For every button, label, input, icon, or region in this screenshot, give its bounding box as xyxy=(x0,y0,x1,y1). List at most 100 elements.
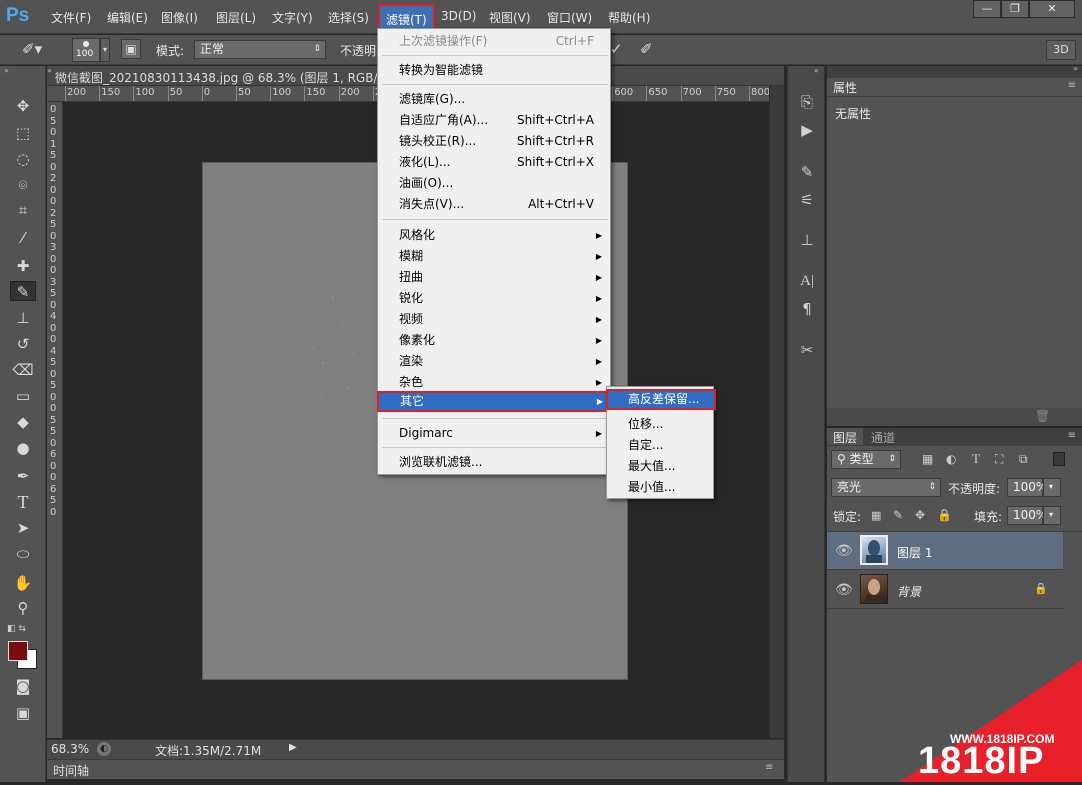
menu-item-custom[interactable]: 自定... xyxy=(607,435,713,456)
menu-item-distort[interactable]: 扭曲 ▶ xyxy=(378,267,610,288)
menu-item-browse-online-filters[interactable]: 浏览联机滤镜... xyxy=(378,452,610,473)
smart-object-filter-icon[interactable]: ⧉ xyxy=(1019,452,1028,467)
screen-mode-icon[interactable]: ▣ xyxy=(10,703,36,723)
menu-item-pixelate[interactable]: 像素化 ▶ xyxy=(378,330,610,351)
menu-item-lens-correction[interactable]: 镜头校正(R)... Shift+Ctrl+R xyxy=(378,131,610,152)
lock-position-icon[interactable]: ✥ xyxy=(915,508,925,522)
zoom-tool-icon[interactable]: ⚲ xyxy=(10,598,36,618)
foreground-color-swatch[interactable] xyxy=(8,641,28,661)
fill-dropdown-icon[interactable]: ▾ xyxy=(1043,506,1061,525)
menu-view[interactable]: 视图(V) xyxy=(489,9,531,27)
pixel-filter-icon[interactable]: ▦ xyxy=(922,452,933,466)
lock-pixels-icon[interactable]: ✎ xyxy=(893,508,903,522)
filter-toggle[interactable] xyxy=(1053,452,1065,466)
marquee-tool-icon[interactable]: ⬚ xyxy=(10,123,36,143)
menu-item-oil-paint[interactable]: 油画(O)... xyxy=(378,173,610,194)
eye-icon[interactable]: 👁 xyxy=(835,543,853,559)
layer-name[interactable]: 图层 1 xyxy=(897,544,932,561)
collapse-icon[interactable]: » xyxy=(1073,64,1078,73)
menu-layer[interactable]: 图层(L) xyxy=(216,9,256,27)
close-button[interactable]: ✕ xyxy=(1029,0,1075,18)
opacity-dropdown-icon[interactable]: ▾ xyxy=(1043,478,1061,497)
menu-3d[interactable]: 3D(D) xyxy=(441,9,476,27)
menu-edit[interactable]: 编辑(E) xyxy=(107,9,148,27)
menu-item-minimum[interactable]: 最小值... xyxy=(607,477,713,498)
menu-item-vanishing-point[interactable]: 消失点(V)... Alt+Ctrl+V xyxy=(378,194,610,215)
history-panel-icon[interactable]: ⎘ xyxy=(797,92,817,112)
brush-tool-preset-icon[interactable]: ✐▾ xyxy=(22,40,48,60)
move-tool-icon[interactable]: ✥ xyxy=(10,96,36,116)
brush-size-dropdown-icon[interactable]: ▾ xyxy=(100,38,110,62)
panel-menu-icon[interactable]: ≡ xyxy=(1068,80,1076,91)
menu-item-digimarc[interactable]: Digimarc ▶ xyxy=(378,423,610,444)
minimize-button[interactable]: — xyxy=(973,0,1001,18)
pressure-size-icon[interactable]: ✐ xyxy=(640,40,653,58)
brush-panel-icon[interactable]: ⚟ xyxy=(797,190,817,210)
path-selection-tool-icon[interactable]: ➤ xyxy=(10,518,36,538)
restore-button[interactable]: ❐ xyxy=(1001,0,1029,18)
menu-help[interactable]: 帮助(H) xyxy=(608,9,650,27)
menu-item-noise[interactable]: 杂色 ▶ xyxy=(378,372,610,393)
lock-transparent-icon[interactable]: ▦ xyxy=(871,509,881,522)
actions-panel-icon[interactable]: ▶ xyxy=(797,120,817,140)
panel-menu-icon[interactable]: ≡ xyxy=(765,762,773,773)
adjustment-filter-icon[interactable]: ◐ xyxy=(946,452,956,466)
layer-name[interactable]: 背景 xyxy=(897,583,921,600)
menu-file[interactable]: 文件(F) xyxy=(51,9,91,27)
history-brush-tool-icon[interactable]: ↺ xyxy=(10,334,36,354)
dodge-tool-icon[interactable]: ● xyxy=(10,438,36,458)
menu-item-high-pass[interactable]: 高反差保留... xyxy=(606,389,716,410)
brush-tool-icon[interactable]: ✎ xyxy=(10,281,36,301)
trash-icon[interactable]: 🗑 xyxy=(1035,409,1050,423)
menu-item-other[interactable]: 其它 ▶ xyxy=(377,391,613,412)
menu-image[interactable]: 图像(I) xyxy=(161,9,198,27)
document-title[interactable]: 微信截图_20210830113438.jpg @ 68.3% (图层 1, R… xyxy=(55,69,410,86)
menu-item-liquify[interactable]: 液化(L)... Shift+Ctrl+X xyxy=(378,152,610,173)
properties-tab[interactable]: 属性 xyxy=(827,78,864,95)
menu-item-render[interactable]: 渲染 ▶ xyxy=(378,351,610,372)
tab-channels[interactable]: 通道 xyxy=(865,428,901,445)
paragraph-panel-icon[interactable]: ¶ xyxy=(797,299,817,319)
status-menu-icon[interactable]: ◐ xyxy=(97,742,111,756)
shape-filter-icon[interactable]: ⛶ xyxy=(995,452,1003,467)
menu-filter[interactable]: 滤镜(T) xyxy=(378,4,435,30)
layer-row-layer1[interactable]: 👁 图层 1 xyxy=(827,532,1063,570)
quick-select-tool-icon[interactable]: ⌾ xyxy=(10,175,36,195)
pen-tool-icon[interactable]: ✒ xyxy=(10,466,36,486)
fill-value[interactable]: 100% xyxy=(1007,506,1047,525)
lasso-tool-icon[interactable]: ◌ xyxy=(10,149,36,169)
menu-item-filter-gallery[interactable]: 滤镜库(G)... xyxy=(378,89,610,110)
mode-select[interactable]: 正常 ⇕ xyxy=(194,40,326,59)
menu-select[interactable]: 选择(S) xyxy=(328,9,369,27)
menu-item-stylize[interactable]: 风格化 ▶ xyxy=(378,225,610,246)
hand-tool-icon[interactable]: ✋ xyxy=(10,573,36,593)
menu-item-maximum[interactable]: 最大值... xyxy=(607,456,713,477)
character-panel-icon[interactable]: A| xyxy=(797,271,817,291)
lock-all-icon[interactable]: 🔒 xyxy=(937,508,952,522)
brush-size-picker[interactable]: 100 xyxy=(72,38,100,62)
opacity-value[interactable]: 100% xyxy=(1007,478,1047,497)
ellipse-tool-icon[interactable]: ⬭ xyxy=(10,544,36,564)
eraser-tool-icon[interactable]: ⌫ xyxy=(10,360,36,380)
collapse-arrows-icon[interactable]: » xyxy=(4,66,9,75)
menu-item-adaptive-wide-angle[interactable]: 自适应广角(A)... Shift+Ctrl+A xyxy=(378,110,610,131)
default-colors-icon[interactable]: ◧ ⇆ xyxy=(7,624,26,634)
3d-mode-button[interactable]: 3D xyxy=(1046,40,1076,60)
menu-window[interactable]: 窗口(W) xyxy=(547,9,592,27)
layer-row-background[interactable]: 👁 背景 🔒 xyxy=(827,571,1063,609)
tool-presets-panel-icon[interactable]: ✂ xyxy=(797,340,817,360)
clone-stamp-tool-icon[interactable]: ⊥ xyxy=(10,308,36,328)
healing-brush-tool-icon[interactable]: ✚ xyxy=(10,256,36,276)
panel-menu-icon[interactable]: ≡ xyxy=(1068,430,1076,441)
quick-mask-icon[interactable]: ◙ xyxy=(10,676,36,696)
menu-item-smart-filter[interactable]: 转换为智能滤镜 xyxy=(378,60,610,81)
menu-item-blur[interactable]: 模糊 ▶ xyxy=(378,246,610,267)
tab-layers[interactable]: 图层 xyxy=(827,428,864,445)
menu-type[interactable]: 文字(Y) xyxy=(272,9,313,27)
eyedropper-tool-icon[interactable]: ⁄ xyxy=(10,228,36,248)
eye-icon[interactable]: 👁 xyxy=(835,582,853,598)
menu-item-video[interactable]: 视频 ▶ xyxy=(378,309,610,330)
gradient-tool-icon[interactable]: ▭ xyxy=(10,386,36,406)
zoom-level[interactable]: 68.3% xyxy=(51,742,89,756)
clone-source-panel-icon[interactable]: ⊥ xyxy=(797,230,817,250)
